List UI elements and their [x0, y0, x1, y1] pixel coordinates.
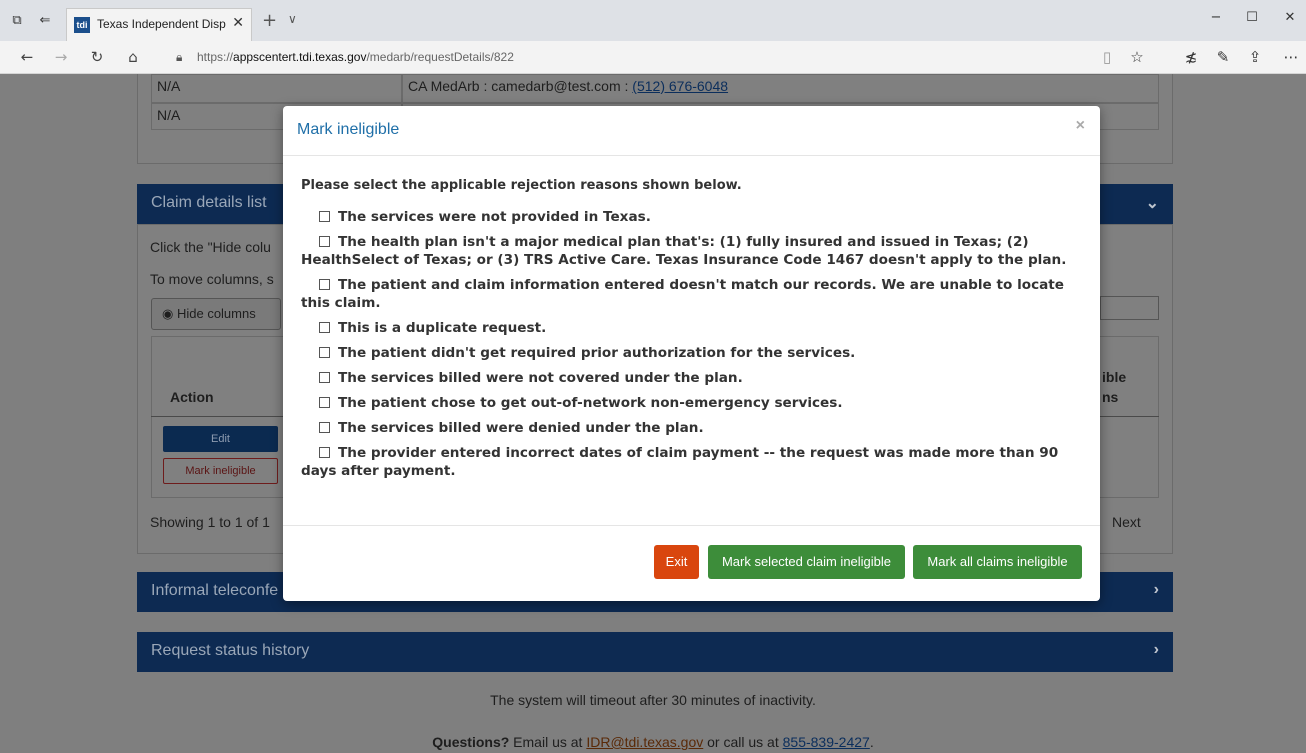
- contact-right-1: CA MedArb : camedarb@test.com : (512) 67…: [408, 78, 729, 94]
- questions-footer: Questions? Email us at IDR@tdi.texas.gov…: [432, 734, 874, 750]
- reason-checkbox[interactable]: [319, 447, 330, 458]
- contact-phone-link[interactable]: (512) 676-6048: [632, 78, 728, 94]
- url-field[interactable]: https://appscentert.tdi.texas.gov/medarb…: [197, 50, 514, 64]
- reason-item[interactable]: The services were not provided in Texas.: [301, 208, 1076, 226]
- table-header-right-2: ns: [1102, 389, 1119, 405]
- more-icon[interactable]: ⋯: [1282, 48, 1300, 66]
- back-icon[interactable]: ←: [18, 48, 36, 66]
- browser-tab[interactable]: tdi Texas Independent Disp ✕: [66, 8, 252, 41]
- phone-link[interactable]: 855-839-2427: [783, 734, 870, 750]
- mark-selected-ineligible-button[interactable]: Mark selected claim ineligible: [708, 545, 905, 579]
- share-icon[interactable]: ⇪: [1246, 48, 1264, 66]
- reason-checkbox[interactable]: [319, 397, 330, 408]
- reading-view-icon[interactable]: ▯: [1098, 48, 1116, 66]
- chevron-right-icon[interactable]: ›: [1154, 641, 1159, 659]
- table-header-right-1: ible: [1102, 369, 1127, 385]
- reason-checkbox[interactable]: [319, 322, 330, 333]
- tab-list-chevron-icon[interactable]: ∨: [288, 12, 297, 26]
- modal-header: Mark ineligible ×: [283, 106, 1100, 156]
- status-history-header[interactable]: Request status history ›: [137, 632, 1173, 672]
- reason-item[interactable]: The provider entered incorrect dates of …: [301, 444, 1076, 480]
- reason-item[interactable]: This is a duplicate request.: [301, 319, 1076, 337]
- new-tab-icon[interactable]: +: [262, 10, 277, 31]
- eye-icon: ◉: [162, 306, 177, 321]
- tab-manager-icon[interactable]: ⧉: [8, 12, 26, 30]
- reason-checkbox[interactable]: [319, 211, 330, 222]
- reason-checkbox[interactable]: [319, 372, 330, 383]
- reason-item[interactable]: The patient and claim information entere…: [301, 276, 1076, 312]
- lock-icon: 🔒︎: [176, 50, 183, 64]
- rejection-reasons-list: The services were not provided in Texas.…: [301, 208, 1076, 487]
- mark-ineligible-row-button[interactable]: Mark ineligible: [163, 458, 278, 484]
- email-link[interactable]: IDR@tdi.texas.gov: [586, 734, 703, 750]
- chevron-down-icon[interactable]: ⌄: [1146, 193, 1159, 213]
- showing-count: Showing 1 to 1 of 1: [150, 514, 270, 530]
- modal-title: Mark ineligible: [297, 121, 400, 138]
- contact-left-2: N/A: [157, 107, 181, 123]
- search-input[interactable]: [1100, 296, 1159, 320]
- reason-checkbox[interactable]: [319, 347, 330, 358]
- address-bar: ← → ↻ ⌂ 🔒︎ https://appscentert.tdi.texas…: [0, 41, 1306, 74]
- reason-checkbox[interactable]: [319, 279, 330, 290]
- reason-item[interactable]: The patient didn't get required prior au…: [301, 344, 1076, 362]
- tab-close-icon[interactable]: ✕: [232, 15, 244, 31]
- timeout-notice: The system will timeout after 30 minutes…: [490, 692, 816, 708]
- favorite-star-icon[interactable]: ☆: [1128, 48, 1146, 66]
- next-page-link[interactable]: Next: [1112, 514, 1141, 530]
- hide-columns-button[interactable]: ◉ Hide columns: [151, 298, 281, 330]
- favorites-list-icon[interactable]: ≴: [1182, 48, 1200, 66]
- chevron-right-icon[interactable]: ›: [1154, 581, 1159, 599]
- teleconference-title: Informal teleconfe: [151, 582, 279, 599]
- exit-button[interactable]: Exit: [654, 545, 699, 579]
- browser-titlebar: ⧉ ⇐ tdi Texas Independent Disp ✕ + ∨ − ☐…: [0, 0, 1306, 41]
- set-tabs-aside-icon[interactable]: ⇐: [36, 12, 54, 30]
- claim-instructions-1: Click the "Hide colu: [150, 239, 271, 255]
- modal-footer: Exit Mark selected claim ineligible Mark…: [283, 525, 1100, 601]
- edit-button[interactable]: Edit: [163, 426, 278, 452]
- reason-checkbox[interactable]: [319, 236, 330, 247]
- table-header-action: Action: [170, 389, 214, 405]
- status-history-title: Request status history: [151, 642, 310, 659]
- claim-instructions-2: To move columns, s: [150, 271, 274, 287]
- refresh-icon[interactable]: ↻: [88, 48, 106, 66]
- close-window-icon[interactable]: ✕: [1280, 10, 1300, 25]
- minimize-icon[interactable]: −: [1206, 10, 1226, 25]
- reason-item[interactable]: The health plan isn't a major medical pl…: [301, 233, 1076, 269]
- close-icon[interactable]: ×: [1076, 117, 1085, 135]
- tdi-favicon-icon: tdi: [74, 17, 90, 33]
- forward-icon[interactable]: →: [52, 48, 70, 66]
- mark-ineligible-modal: Mark ineligible × Please select the appl…: [283, 106, 1100, 601]
- reason-checkbox[interactable]: [319, 422, 330, 433]
- home-icon[interactable]: ⌂: [124, 48, 142, 66]
- modal-intro: Please select the applicable rejection r…: [301, 178, 742, 193]
- reason-item[interactable]: The services billed were not covered und…: [301, 369, 1076, 387]
- pen-icon[interactable]: ✎: [1214, 48, 1232, 66]
- tab-title: Texas Independent Disp: [97, 17, 226, 31]
- reason-item[interactable]: The services billed were denied under th…: [301, 419, 1076, 437]
- reason-item[interactable]: The patient chose to get out-of-network …: [301, 394, 1076, 412]
- claim-details-title: Claim details list: [151, 194, 267, 211]
- maximize-icon[interactable]: ☐: [1242, 10, 1262, 25]
- mark-all-ineligible-button[interactable]: Mark all claims ineligible: [913, 545, 1082, 579]
- contact-left-1: N/A: [157, 78, 181, 94]
